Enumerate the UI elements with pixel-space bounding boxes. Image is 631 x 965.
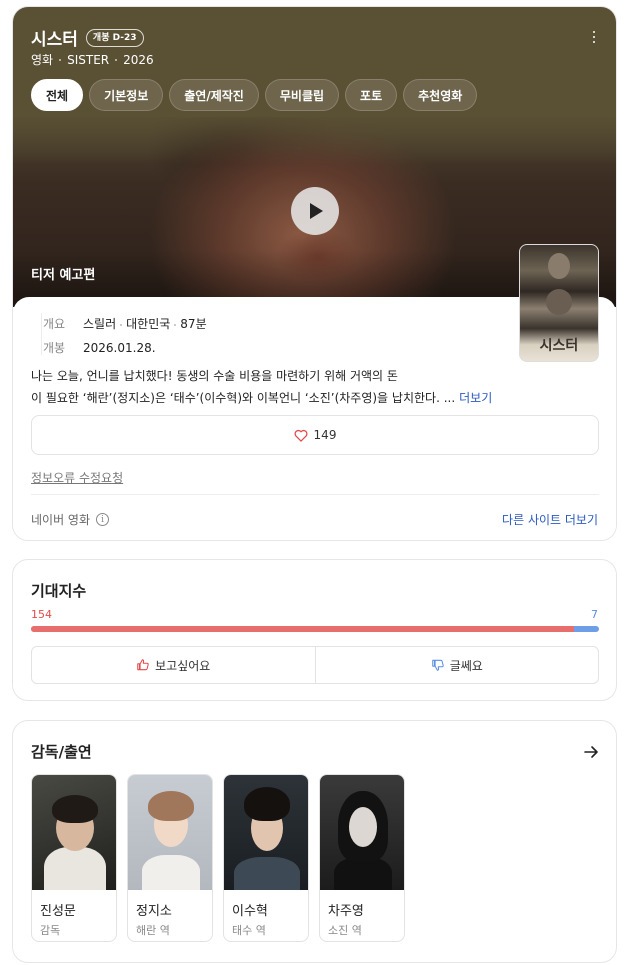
cast-role: 감독 — [40, 924, 61, 937]
cast-list: 진성문 감독 정지소 해란 역 이수혁 태수 역 차주영 소진 역 — [31, 774, 405, 942]
info-guide-line — [41, 313, 42, 355]
poster-figure — [546, 289, 572, 315]
divider — [31, 494, 599, 495]
play-button[interactable] — [291, 187, 339, 235]
cast-card: 감독/출연 진성문 감독 정지소 해란 역 이수혁 태수 역 차주영 소진 역 — [12, 720, 617, 963]
cast-title: 감독/출연 — [31, 743, 92, 761]
tab-movie-clip[interactable]: 무비클립 — [264, 79, 340, 111]
expectation-card: 기대지수 154 7 보고싶어요 글쎄요 — [12, 559, 617, 701]
cast-member-card[interactable]: 정지소 해란 역 — [127, 774, 213, 942]
movie-category: 영화 — [31, 53, 54, 67]
vote-row: 보고싶어요 글쎄요 — [31, 646, 599, 684]
play-icon — [310, 203, 323, 219]
meta-separator — [59, 58, 62, 61]
more-options-icon[interactable] — [586, 29, 602, 45]
genre: 스릴러 — [83, 317, 117, 331]
overview-row: 개요 스릴러 대한민국 87분 — [43, 315, 207, 332]
runtime: 87분 — [180, 317, 207, 331]
source: 네이버 영화 i — [31, 511, 110, 528]
meh-count: 7 — [591, 608, 598, 621]
synopsis-line-row: 이 필요한 ‘해란’(정지소)은 ‘태수’(이수혁)와 이복언니 ‘소진’(차주… — [31, 387, 601, 409]
release-label: 개봉 — [43, 341, 66, 355]
meh-button[interactable]: 글쎄요 — [314, 647, 599, 683]
cast-photo — [128, 775, 212, 890]
cast-member-card[interactable]: 차주영 소진 역 — [319, 774, 405, 942]
movie-poster[interactable]: 시스터 — [519, 244, 599, 362]
cast-name: 진성문 — [40, 904, 76, 919]
meh-label: 글쎄요 — [449, 658, 483, 673]
expectation-title: 기대지수 — [31, 582, 87, 600]
title-row: 시스터 개봉 D-23 — [31, 25, 144, 50]
synopsis-more-link[interactable]: 더보기 — [459, 391, 492, 405]
info-icon[interactable]: i — [96, 513, 110, 526]
synopsis: 나는 오늘, 언니를 납치했다! 동생의 수술 비용을 마련하기 위해 거액의 … — [31, 365, 601, 409]
movie-meta: 영화 SISTER 2026 — [31, 51, 154, 68]
release-dday-badge: 개봉 D-23 — [85, 28, 144, 47]
synopsis-line: 나는 오늘, 언니를 납치했다! 동생의 수술 비용을 마련하기 위해 거액의 … — [31, 369, 398, 383]
expectation-bar-fill — [31, 626, 575, 632]
tab-all[interactable]: 전체 — [31, 79, 84, 111]
cast-photo — [320, 775, 404, 890]
release-date: 2026.01.28. — [83, 340, 156, 355]
movie-year: 2026 — [123, 52, 154, 67]
tab-bar: 전체 기본정보 출연/제작진 무비클립 포토 추천영화 — [31, 79, 478, 111]
cast-role: 해란 역 — [136, 924, 170, 937]
poster-figure — [548, 253, 570, 279]
cast-name: 정지소 — [136, 904, 172, 919]
like-count: 149 — [313, 428, 337, 442]
want-to-see-button[interactable]: 보고싶어요 — [32, 647, 315, 683]
arrow-right-icon[interactable] — [582, 743, 600, 761]
cast-member-card[interactable]: 진성문 감독 — [31, 774, 117, 942]
tab-cast-crew[interactable]: 출연/제작진 — [169, 79, 259, 111]
movie-hero-card: 시스터 개봉 D-23 영화 SISTER 2026 전체 기본정보 출연/제작… — [12, 6, 617, 541]
cast-photo — [32, 775, 116, 890]
tab-basic-info[interactable]: 기본정보 — [89, 79, 164, 111]
tab-recommended[interactable]: 추천영화 — [403, 79, 478, 111]
cast-name: 이수혁 — [232, 904, 268, 919]
cast-member-card[interactable]: 이수혁 태수 역 — [223, 774, 309, 942]
overview-label: 개요 — [43, 317, 66, 331]
poster-title: 시스터 — [539, 338, 579, 354]
thumbs-down-icon — [431, 659, 444, 671]
synopsis-line: 이 필요한 ‘해란’(정지소)은 ‘태수’(이수혁)와 이복언니 ‘소진’(차주… — [31, 391, 456, 405]
cast-photo — [224, 775, 308, 890]
tab-photo[interactable]: 포토 — [345, 79, 398, 111]
movie-english-title: SISTER — [67, 52, 110, 67]
overview-value: 스릴러 대한민국 87분 — [83, 315, 207, 332]
source-label: 네이버 영화 — [31, 513, 91, 527]
expectation-bar — [31, 626, 599, 632]
cast-role: 태수 역 — [232, 924, 266, 937]
thumbs-up-icon — [137, 659, 149, 671]
want-label: 보고싶어요 — [155, 658, 211, 673]
cast-name: 차주영 — [328, 904, 364, 919]
release-row: 개봉 2026.01.28. — [43, 339, 156, 356]
report-error-link[interactable]: 정보오류 수정요청 — [31, 469, 123, 486]
want-count: 154 — [31, 608, 52, 621]
movie-title: 시스터 — [31, 30, 78, 50]
like-button[interactable]: 149 — [31, 415, 599, 455]
other-sites-link[interactable]: 다른 사이트 더보기 — [502, 511, 598, 528]
country: 대한민국 — [126, 317, 171, 331]
heart-icon — [294, 429, 307, 442]
meta-separator — [115, 58, 118, 61]
cast-role: 소진 역 — [328, 924, 362, 937]
trailer-label: 티저 예고편 — [31, 268, 96, 283]
